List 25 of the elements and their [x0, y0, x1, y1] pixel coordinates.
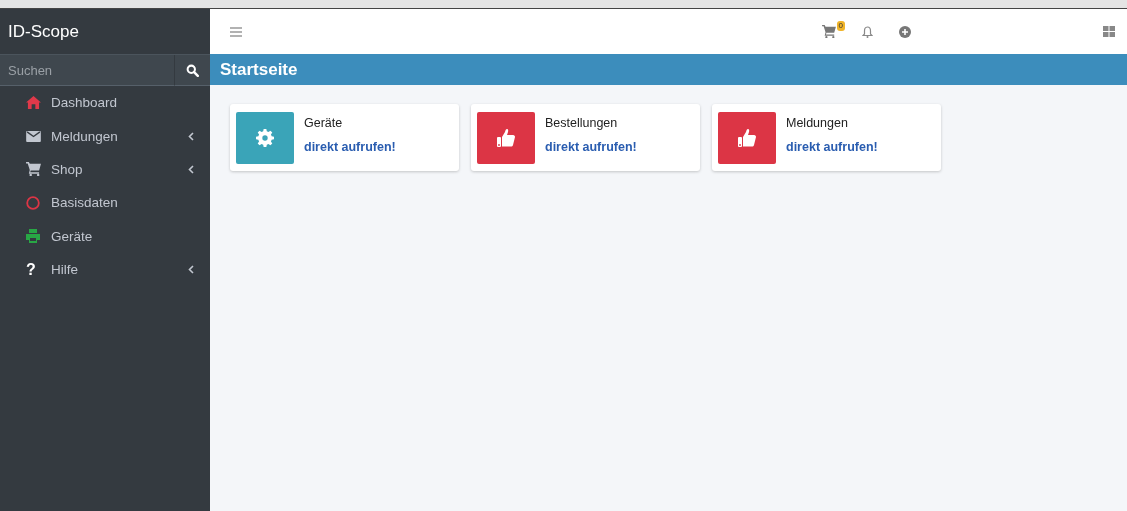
- thumbs-up-icon: [737, 127, 757, 148]
- search-field[interactable]: Suchen: [0, 55, 174, 86]
- gear-icon: [256, 128, 274, 147]
- cart-count-badge: 0: [836, 21, 845, 31]
- card-title: Meldungen: [786, 115, 849, 130]
- card-title: Bestellungen: [545, 115, 619, 130]
- card-title: Geräte: [304, 115, 344, 130]
- sidebar-item[interactable]: ? Hilfe: [0, 252, 210, 287]
- card-link[interactable]: direkt aufrufen!: [545, 139, 637, 154]
- sidebar-item[interactable]: Dashboard: [0, 86, 210, 120]
- thumbs-up-icon: [496, 127, 516, 148]
- sidebar-item[interactable]: Meldungen: [0, 119, 210, 153]
- plus-circle-icon[interactable]: [899, 25, 911, 38]
- sidebar-item[interactable]: Geräte: [0, 219, 210, 253]
- page-title: Startseite: [220, 59, 298, 80]
- sidebar-item[interactable]: Basisdaten: [0, 186, 210, 220]
- sidebar-item[interactable]: Shop: [0, 152, 210, 187]
- card-link[interactable]: direkt aufrufen!: [304, 139, 396, 154]
- search-icon: [186, 63, 199, 77]
- bell-icon[interactable]: [862, 25, 873, 38]
- card-link[interactable]: direkt aufrufen!: [786, 139, 878, 154]
- grid-icon[interactable]: [1103, 26, 1115, 37]
- cart-icon[interactable]: [822, 25, 836, 38]
- search-button[interactable]: [174, 55, 210, 86]
- question-icon: ?: [26, 260, 36, 279]
